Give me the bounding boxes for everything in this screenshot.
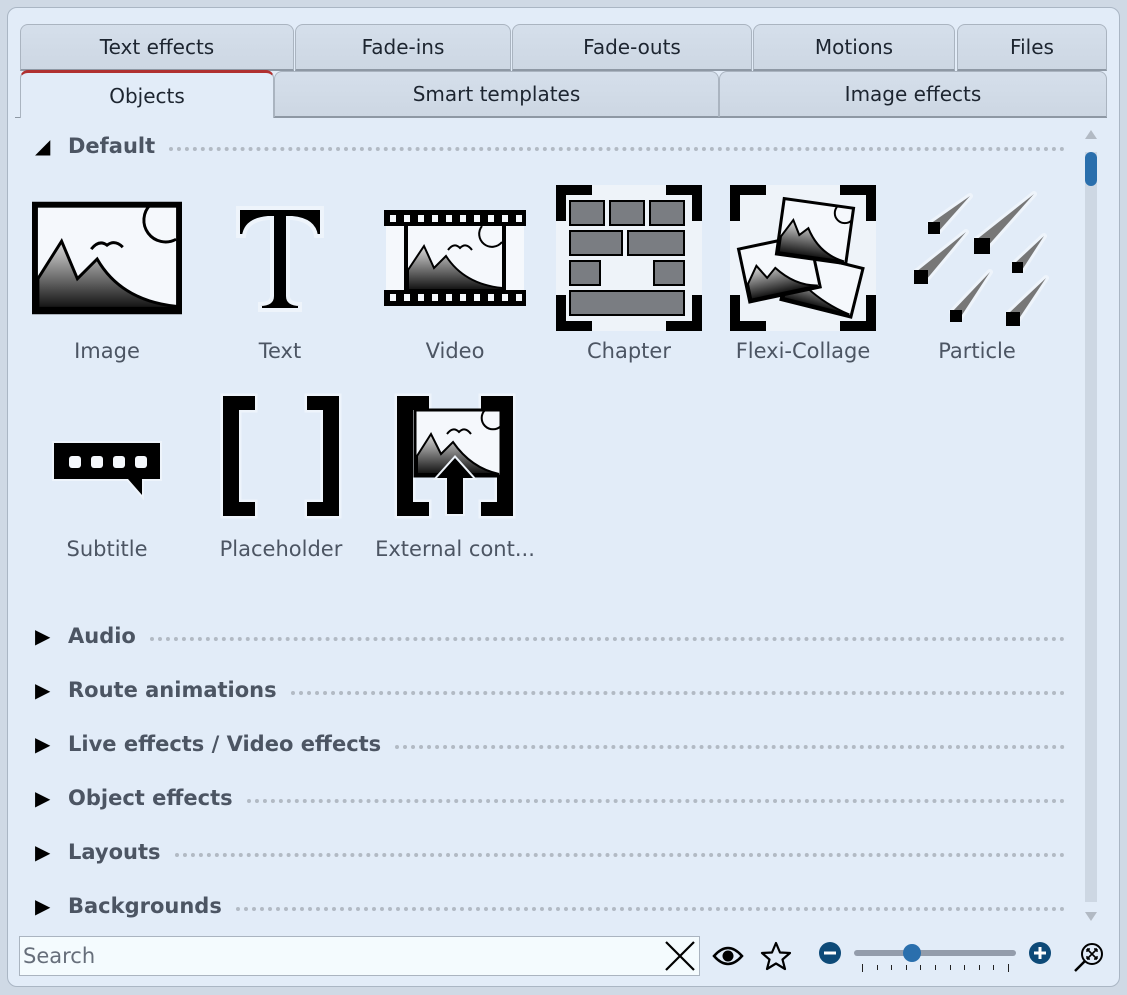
collapse-triangle-icon: ◢	[35, 134, 51, 158]
section-object-effects[interactable]: ▶ Object effects	[35, 783, 1065, 813]
item-image[interactable]: Image	[27, 183, 187, 373]
section-label: Default	[68, 134, 156, 158]
item-particle[interactable]: Particle	[897, 183, 1057, 373]
section-label: Live effects / Video effects	[68, 732, 382, 756]
section-label: Backgrounds	[68, 894, 222, 918]
subtitle-icon	[32, 381, 182, 531]
section-live-effects[interactable]: ▶ Live effects / Video effects	[35, 729, 1065, 759]
placeholder-icon	[206, 381, 356, 531]
item-label: Text	[258, 339, 302, 363]
tab-fade-outs[interactable]: Fade-outs	[512, 24, 752, 71]
slider-thumb[interactable]	[903, 944, 922, 962]
slider-tick	[905, 965, 907, 970]
search-box	[19, 936, 700, 976]
slider-tick	[876, 965, 878, 970]
dotted-divider	[169, 147, 1065, 151]
tab-files[interactable]: Files	[957, 24, 1107, 71]
tab-image-effects[interactable]: Image effects	[719, 71, 1107, 118]
item-label: Particle	[938, 339, 1016, 363]
external-content-icon	[380, 381, 530, 531]
chapter-icon	[554, 183, 704, 333]
expand-triangle-icon: ▶	[35, 786, 51, 810]
section-label: Route animations	[68, 678, 277, 702]
dotted-divider	[174, 853, 1065, 857]
section-audio[interactable]: ▶ Audio	[35, 621, 1065, 651]
item-placeholder[interactable]: Placeholder	[201, 381, 361, 571]
tab-text-effects[interactable]: Text effects	[20, 24, 294, 71]
slider-tick	[1008, 964, 1009, 972]
item-text[interactable]: Text	[200, 183, 360, 373]
item-label: External cont...	[375, 537, 535, 561]
dotted-divider	[246, 799, 1065, 803]
slider-tick	[862, 964, 863, 972]
item-subtitle[interactable]: Subtitle	[27, 381, 187, 571]
flexi-collage-icon	[728, 183, 878, 333]
item-external-content[interactable]: External cont...	[375, 381, 535, 571]
section-label: Layouts	[68, 840, 161, 864]
expand-triangle-icon: ▶	[35, 732, 51, 756]
text-icon	[205, 183, 355, 333]
slider-tick	[935, 965, 936, 970]
video-icon	[380, 183, 530, 333]
dotted-divider	[290, 691, 1065, 695]
item-video[interactable]: Video	[375, 183, 535, 373]
item-label: Video	[425, 339, 485, 363]
expand-triangle-icon: ▶	[35, 894, 51, 918]
expand-triangle-icon: ▶	[35, 678, 51, 702]
vertical-scrollbar[interactable]	[1083, 128, 1099, 928]
tab-motions[interactable]: Motions	[753, 24, 955, 71]
expand-triangle-icon: ▶	[35, 840, 51, 864]
slider-tick	[949, 965, 951, 970]
scroll-down-arrow-icon[interactable]	[1085, 912, 1097, 921]
star-icon[interactable]	[760, 941, 792, 975]
image-icon	[32, 183, 182, 333]
section-backgrounds[interactable]: ▶ Backgrounds	[35, 891, 1065, 921]
scrollbar-thumb[interactable]	[1085, 152, 1097, 186]
item-flexi-collage[interactable]: Flexi-Collage	[723, 183, 883, 373]
section-layouts[interactable]: ▶ Layouts	[35, 837, 1065, 867]
item-label: Chapter	[587, 339, 671, 363]
slider-tick	[993, 965, 995, 970]
section-default[interactable]: ◢ Default	[35, 131, 1065, 161]
particle-icon	[902, 183, 1052, 333]
tab-objects[interactable]: Objects	[20, 70, 274, 118]
tab-fade-ins[interactable]: Fade-ins	[295, 24, 511, 71]
item-chapter[interactable]: Chapter	[549, 183, 709, 373]
dotted-divider	[149, 637, 1065, 641]
item-label: Subtitle	[66, 537, 148, 561]
zoom-slider[interactable]	[852, 944, 1018, 978]
slider-tick	[978, 965, 980, 970]
item-label: Image	[74, 339, 140, 363]
section-label: Object effects	[68, 786, 233, 810]
tab-smart-templates[interactable]: Smart templates	[274, 71, 719, 118]
slider-track[interactable]	[854, 950, 1016, 956]
eye-icon[interactable]	[712, 944, 744, 972]
slider-tick	[891, 965, 893, 970]
dotted-divider	[235, 907, 1065, 911]
scroll-up-arrow-icon[interactable]	[1085, 130, 1097, 139]
zoom-out-button[interactable]	[818, 941, 842, 969]
expand-triangle-icon: ▶	[35, 624, 51, 648]
scrollbar-track[interactable]	[1085, 152, 1097, 902]
slider-tick	[920, 965, 922, 970]
zoom-fit-icon[interactable]	[1073, 941, 1105, 977]
slider-tick	[964, 965, 966, 970]
item-label: Flexi-Collage	[735, 339, 871, 363]
item-label: Placeholder	[219, 537, 343, 561]
dotted-divider	[395, 745, 1065, 749]
section-label: Audio	[68, 624, 136, 648]
section-route-animations[interactable]: ▶ Route animations	[35, 675, 1065, 705]
search-input[interactable]	[20, 944, 663, 968]
clear-search-icon[interactable]	[663, 939, 697, 973]
zoom-in-button[interactable]	[1028, 941, 1052, 969]
